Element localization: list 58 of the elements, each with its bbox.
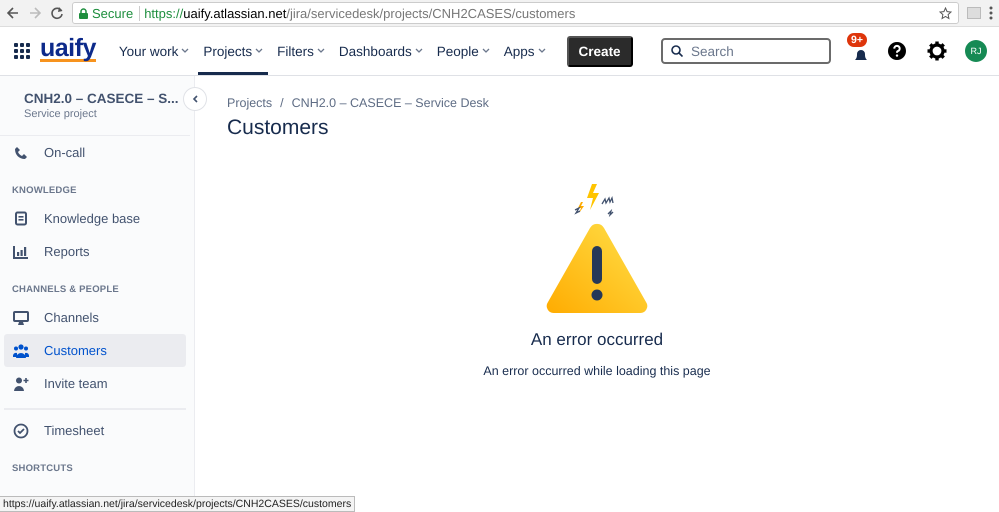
bar-chart-icon	[13, 244, 29, 260]
sidebar-item[interactable]: Invite team	[4, 367, 186, 400]
collapse-button[interactable]	[184, 88, 206, 110]
breadcrumb-link[interactable]: CNH2.0 – CASECE – Service Desk	[292, 96, 489, 110]
chevron-down-icon	[316, 48, 325, 54]
chevron-down-icon	[255, 48, 264, 54]
back-icon[interactable]	[6, 6, 20, 20]
section-heading: KNOWLEDGE	[11, 184, 78, 198]
add-person-icon	[13, 376, 29, 392]
monitor-icon	[13, 310, 29, 326]
check-circle-icon	[13, 422, 29, 438]
address-bar[interactable]: Secure https://uaify.atlassian.net/jira/servicedesk/projects/CNH2CASES/customers	[72, 2, 959, 24]
error-title: An error occurred	[530, 330, 664, 350]
nav-menu[interactable]: Apps	[498, 27, 551, 75]
nav-menu[interactable]: People	[432, 27, 495, 75]
search-icon	[671, 45, 683, 57]
notification-badge: 9+	[847, 33, 867, 47]
reload-icon[interactable]	[50, 6, 64, 20]
search-field[interactable]: Search	[661, 38, 831, 64]
section-heading: CHANNELS & PEOPLE	[11, 283, 120, 297]
notification-icon[interactable]	[853, 49, 869, 63]
chevron-left-icon	[192, 95, 198, 103]
nav-menu[interactable]: Filters	[272, 27, 330, 75]
project-type: Service project	[24, 108, 98, 120]
more-icon[interactable]	[989, 6, 993, 20]
help-icon[interactable]	[887, 41, 907, 61]
project-name[interactable]: CNH2.0 – CASECE – S...	[24, 91, 179, 106]
status-tooltip: https://uaify.atlassian.net/jira/servicedesk/projects/CNH2CASES/customers	[0, 496, 356, 512]
app-switcher-icon[interactable]	[14, 43, 30, 59]
nav-menu[interactable]: Your work	[114, 27, 194, 75]
error-message: An error occurred while loading this page	[483, 364, 711, 378]
sidebar-item[interactable]: On-call	[4, 136, 186, 169]
page-title: Customers	[227, 116, 330, 140]
sidebar-item[interactable]: Channels	[4, 301, 186, 334]
section-heading: SHORTCUTS	[11, 462, 74, 476]
settings-icon[interactable]	[927, 41, 947, 61]
sidebar-item[interactable]: Customers	[4, 334, 186, 367]
sidebar-item[interactable]: Knowledge base	[4, 202, 186, 235]
sidebar-item[interactable]: Timesheet	[4, 414, 186, 447]
sidebar-item[interactable]: Reports	[4, 235, 186, 268]
chevron-down-icon	[538, 48, 546, 54]
avatar[interactable]: RJ	[965, 40, 987, 62]
logo[interactable]: uaify	[40, 36, 96, 62]
nav-menu[interactable]: Dashboards	[334, 27, 428, 75]
book-icon	[13, 210, 29, 226]
url-text: https://uaify.atlassian.net/jira/servicedesk/projects/CNH2CASES/customers	[144, 6, 576, 20]
chevron-down-icon	[482, 48, 490, 54]
nav-menu[interactable]: Projects	[198, 27, 268, 75]
create-button[interactable]: Create	[566, 36, 633, 66]
chevron-down-icon	[181, 48, 190, 54]
star-icon[interactable]	[939, 6, 952, 20]
lock-icon	[79, 8, 88, 18]
breadcrumb-separator: /	[280, 96, 284, 110]
breadcrumb-link[interactable]: Projects	[227, 96, 272, 110]
secure-label: Secure	[92, 6, 140, 20]
chevron-down-icon	[414, 48, 423, 54]
phone-icon	[13, 144, 29, 160]
people-icon	[13, 342, 29, 358]
